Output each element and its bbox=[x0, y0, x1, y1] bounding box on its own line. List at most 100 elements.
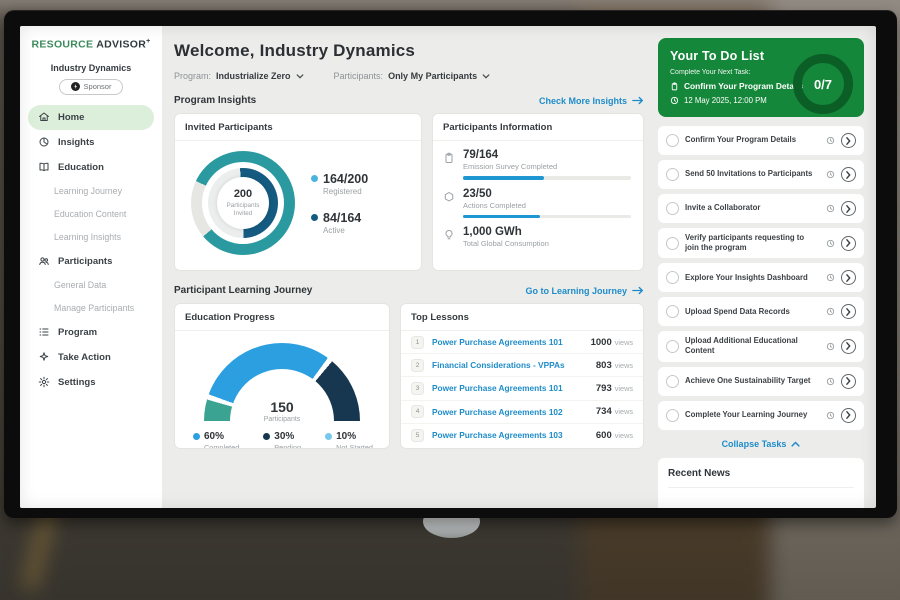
sidebar-item-learning-journey[interactable]: Learning Journey bbox=[20, 180, 162, 203]
task-upload-spend-data[interactable]: Upload Spend Data Records bbox=[658, 297, 864, 326]
task-checkbox[interactable] bbox=[666, 305, 679, 318]
section-title: Participant Learning Journey bbox=[174, 285, 312, 296]
collapse-tasks-link[interactable]: Collapse Tasks bbox=[658, 439, 864, 449]
task-checkbox[interactable] bbox=[666, 271, 679, 284]
sidebar-item-label: Settings bbox=[58, 377, 95, 388]
task-checkbox[interactable] bbox=[666, 202, 679, 215]
progress-bar bbox=[463, 215, 631, 219]
sidebar-item-program[interactable]: Program bbox=[20, 320, 162, 345]
task-go-button[interactable] bbox=[841, 133, 856, 148]
lesson-link[interactable]: Power Purchase Agreements 102 bbox=[432, 407, 563, 417]
stat-actions-completed: 23/50 Actions Completed bbox=[433, 180, 643, 219]
sidebar-item-education[interactable]: Education bbox=[20, 155, 162, 180]
filters-row: Program: Industrialize Zero Participants… bbox=[174, 71, 644, 81]
rank-badge: 5 bbox=[411, 429, 424, 442]
stat-label: Actions Completed bbox=[463, 201, 631, 210]
sponsor-icon bbox=[71, 82, 80, 91]
lesson-views: 600 bbox=[596, 430, 612, 441]
chevron-down-icon bbox=[482, 74, 490, 79]
legend-value: 164/200 bbox=[323, 172, 368, 186]
lesson-row: 1 Power Purchase Agreements 101 1000 vie… bbox=[401, 331, 643, 354]
clock-icon bbox=[826, 377, 835, 386]
participants-dropdown[interactable]: Participants: Only My Participants bbox=[334, 71, 491, 81]
todo-header: Your To Do List Complete Your Next Task:… bbox=[658, 38, 864, 117]
task-complete-learning-journey[interactable]: Complete Your Learning Journey bbox=[658, 401, 864, 430]
task-checkbox[interactable] bbox=[666, 375, 679, 388]
legend-dot bbox=[325, 433, 332, 440]
sidebar-item-participants[interactable]: Participants bbox=[20, 249, 162, 274]
task-explore-insights[interactable]: Explore Your Insights Dashboard bbox=[658, 263, 864, 292]
task-go-button[interactable] bbox=[841, 374, 856, 389]
task-go-button[interactable] bbox=[841, 201, 856, 216]
task-checkbox[interactable] bbox=[666, 340, 679, 353]
education-progress-card: Education Progress 150 Participants 60% … bbox=[174, 303, 390, 449]
sponsor-badge[interactable]: Sponsor bbox=[59, 79, 123, 95]
clock-icon bbox=[826, 239, 835, 248]
task-label: Upload Spend Data Records bbox=[685, 307, 820, 317]
task-confirm-program-details[interactable]: Confirm Your Program Details bbox=[658, 126, 864, 155]
todo-progress-ring: 0/7 bbox=[793, 54, 853, 114]
task-go-button[interactable] bbox=[841, 270, 856, 285]
task-verify-participants[interactable]: Verify participants requesting to join t… bbox=[658, 228, 864, 258]
lesson-row: 5 Power Purchase Agreements 103 600 view… bbox=[401, 424, 643, 447]
participants-value: Only My Participants bbox=[388, 71, 477, 81]
program-dropdown[interactable]: Program: Industrialize Zero bbox=[174, 71, 304, 81]
sidebar-item-education-content[interactable]: Education Content bbox=[20, 203, 162, 226]
task-go-button[interactable] bbox=[841, 236, 856, 251]
sidebar-item-learning-insights[interactable]: Learning Insights bbox=[20, 226, 162, 249]
sidebar-nav: Home Insights Education Learning Journey… bbox=[20, 105, 162, 395]
donut-chart-area: 200 Participants Invited 164/200 Registe… bbox=[175, 141, 421, 255]
clock-icon bbox=[826, 273, 835, 282]
lesson-link[interactable]: Financial Considerations - VPPAs bbox=[432, 360, 565, 370]
task-checkbox[interactable] bbox=[666, 134, 679, 147]
todo-next-time: 12 May 2025, 12:00 PM bbox=[684, 96, 767, 105]
home-icon bbox=[38, 111, 50, 123]
lesson-link[interactable]: Power Purchase Agreements 101 bbox=[432, 337, 563, 347]
legend-item-pending: 30% Pending bbox=[263, 431, 301, 449]
gauge-center-value: 150 bbox=[204, 399, 360, 415]
todo-next-task: Confirm Your Program Details bbox=[684, 81, 803, 91]
task-checkbox[interactable] bbox=[666, 409, 679, 422]
task-invite-collaborator[interactable]: Invite a Collaborator bbox=[658, 194, 864, 223]
logo-sup: + bbox=[146, 38, 150, 45]
donut-center-value: 200 bbox=[234, 188, 252, 200]
legend-item-not-started: 10% Not Started bbox=[325, 431, 373, 449]
task-go-button[interactable] bbox=[841, 408, 856, 423]
go-to-learning-journey-link[interactable]: Go to Learning Journey bbox=[525, 286, 644, 296]
views-label: views bbox=[615, 431, 633, 440]
task-upload-educational-content[interactable]: Upload Additional Educational Content bbox=[658, 331, 864, 361]
invited-participants-card: Invited Participants 200 Participants In… bbox=[174, 113, 422, 271]
task-checkbox[interactable] bbox=[666, 237, 679, 250]
stat-emission-survey: 79/164 Emission Survey Completed bbox=[433, 141, 643, 180]
lesson-link[interactable]: Power Purchase Agreements 103 bbox=[432, 430, 563, 440]
legend-value: 30% bbox=[274, 431, 294, 442]
logo-primary: RESOURCE bbox=[31, 39, 93, 51]
rank-badge: 1 bbox=[411, 336, 424, 349]
sidebar-item-label: Take Action bbox=[58, 352, 111, 363]
lesson-row: 2 Financial Considerations - VPPAs 803 v… bbox=[401, 354, 643, 377]
task-go-button[interactable] bbox=[841, 304, 856, 319]
legend-item-completed: 60% Completed bbox=[193, 431, 239, 449]
lightbulb-icon bbox=[443, 229, 455, 241]
pie-chart-icon bbox=[38, 136, 50, 148]
sidebar-item-settings[interactable]: Settings bbox=[20, 370, 162, 395]
task-achieve-sustainability-target[interactable]: Achieve One Sustainability Target bbox=[658, 367, 864, 396]
program-value: Industrialize Zero bbox=[216, 71, 291, 81]
sidebar-item-home[interactable]: Home bbox=[28, 105, 154, 130]
task-go-button[interactable] bbox=[841, 167, 856, 182]
task-send-invitations[interactable]: Send 50 Invitations to Participants bbox=[658, 160, 864, 189]
task-go-button[interactable] bbox=[841, 339, 856, 354]
check-more-insights-link[interactable]: Check More Insights bbox=[539, 96, 644, 106]
task-checkbox[interactable] bbox=[666, 168, 679, 181]
sidebar-item-general-data[interactable]: General Data bbox=[20, 274, 162, 297]
legend-item-registered: 164/200 Registered bbox=[311, 172, 368, 196]
lesson-link[interactable]: Power Purchase Agreements 101 bbox=[432, 383, 563, 393]
sidebar-item-manage-participants[interactable]: Manage Participants bbox=[20, 297, 162, 320]
legend-item-active: 84/164 Active bbox=[311, 211, 368, 235]
sidebar-item-insights[interactable]: Insights bbox=[20, 130, 162, 155]
lesson-row: 3 Power Purchase Agreements 101 793 view… bbox=[401, 377, 643, 400]
task-label: Confirm Your Program Details bbox=[685, 135, 820, 145]
program-insights-header: Program Insights Check More Insights bbox=[174, 95, 644, 106]
link-label: Check More Insights bbox=[539, 96, 627, 106]
sidebar-item-take-action[interactable]: Take Action bbox=[20, 345, 162, 370]
